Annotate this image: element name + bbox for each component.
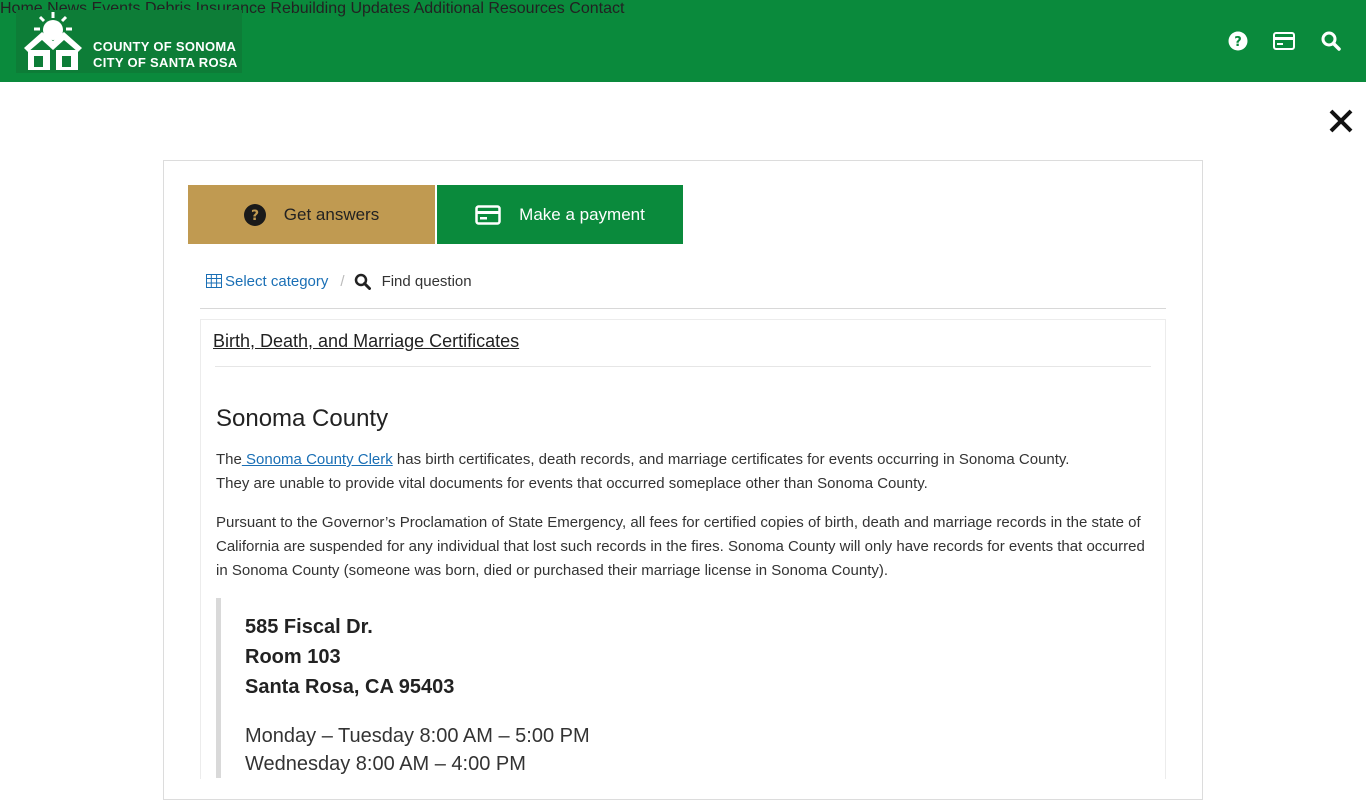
get-answers-button[interactable]: ? Get answers [188, 185, 435, 244]
nav-updates[interactable]: Updates [350, 0, 410, 17]
logo-line-city: CITY OF SANTA ROSA [93, 55, 238, 70]
site-logo[interactable]: COUNTY OF SONOMA CITY OF SANTA ROSA [16, 10, 242, 73]
address-room: Room 103 [245, 646, 341, 668]
svg-text:?: ? [251, 208, 259, 224]
get-answers-label: Get answers [283, 204, 380, 224]
top-navigation-bar: COUNTY OF SONOMA CITY OF SANTA ROSA Home… [0, 0, 1366, 82]
intro-line-two: They are unable to provide vital documen… [216, 475, 928, 492]
svg-text:?: ? [1234, 35, 1242, 50]
county-clerk-link[interactable]: Sonoma County Clerk [242, 451, 393, 468]
proclamation-paragraph: Pursuant to the Governor’s Proclamation … [216, 514, 1145, 579]
payment-card-icon[interactable] [1273, 30, 1295, 52]
intro-paragraph: The Sonoma County Clerk has birth certif… [216, 448, 1151, 496]
breadcrumb-divider [200, 308, 1166, 309]
logo-line-county: COUNTY OF SONOMA [93, 39, 237, 54]
intro-text: has birth certificates, death records, a… [392, 451, 1070, 468]
breadcrumb-separator: / [340, 272, 345, 290]
table-grid-icon [206, 274, 222, 288]
office-hours: Monday – Tuesday 8:00 AM – 5:00 PM Wedne… [245, 722, 590, 778]
select-category-label: Select category [225, 272, 329, 290]
find-question-link[interactable]: Find question [354, 273, 472, 290]
intro-prefix: The [216, 451, 242, 468]
make-payment-label: Make a payment [519, 204, 645, 224]
address-street: 585 Fiscal Dr. [245, 616, 373, 638]
section-heading: Sonoma County [216, 405, 389, 432]
find-question-label: Find question [381, 272, 472, 290]
help-icon[interactable]: ? [1227, 30, 1249, 52]
close-icon[interactable] [1328, 108, 1354, 134]
sun-house-logo-icon [24, 12, 82, 70]
hours-wed: Wednesday 8:00 AM – 4:00 PM [245, 753, 526, 775]
article-divider [215, 366, 1151, 367]
nav-contact[interactable]: Contact [569, 0, 624, 17]
payment-card-icon [475, 204, 501, 225]
search-icon[interactable] [1320, 30, 1342, 52]
nav-additional-resources[interactable]: Additional Resources [414, 0, 565, 17]
question-circle-icon: ? [243, 203, 266, 226]
logo-text: COUNTY OF SONOMA CITY OF SANTA ROSA [93, 39, 238, 71]
office-address: 585 Fiscal Dr. Room 103 Santa Rosa, CA 9… [245, 612, 454, 702]
hours-mon-tue: Monday – Tuesday 8:00 AM – 5:00 PM [245, 725, 590, 747]
select-category-link[interactable]: Select category [206, 273, 328, 290]
search-icon [354, 273, 371, 290]
nav-rebuilding[interactable]: Rebuilding [270, 0, 346, 17]
address-city: Santa Rosa, CA 95403 [245, 676, 455, 698]
breadcrumb: Select category / Find question [206, 270, 472, 292]
article-title-link[interactable]: Birth, Death, and Marriage Certificates [213, 331, 519, 352]
make-payment-button[interactable]: Make a payment [437, 185, 683, 244]
